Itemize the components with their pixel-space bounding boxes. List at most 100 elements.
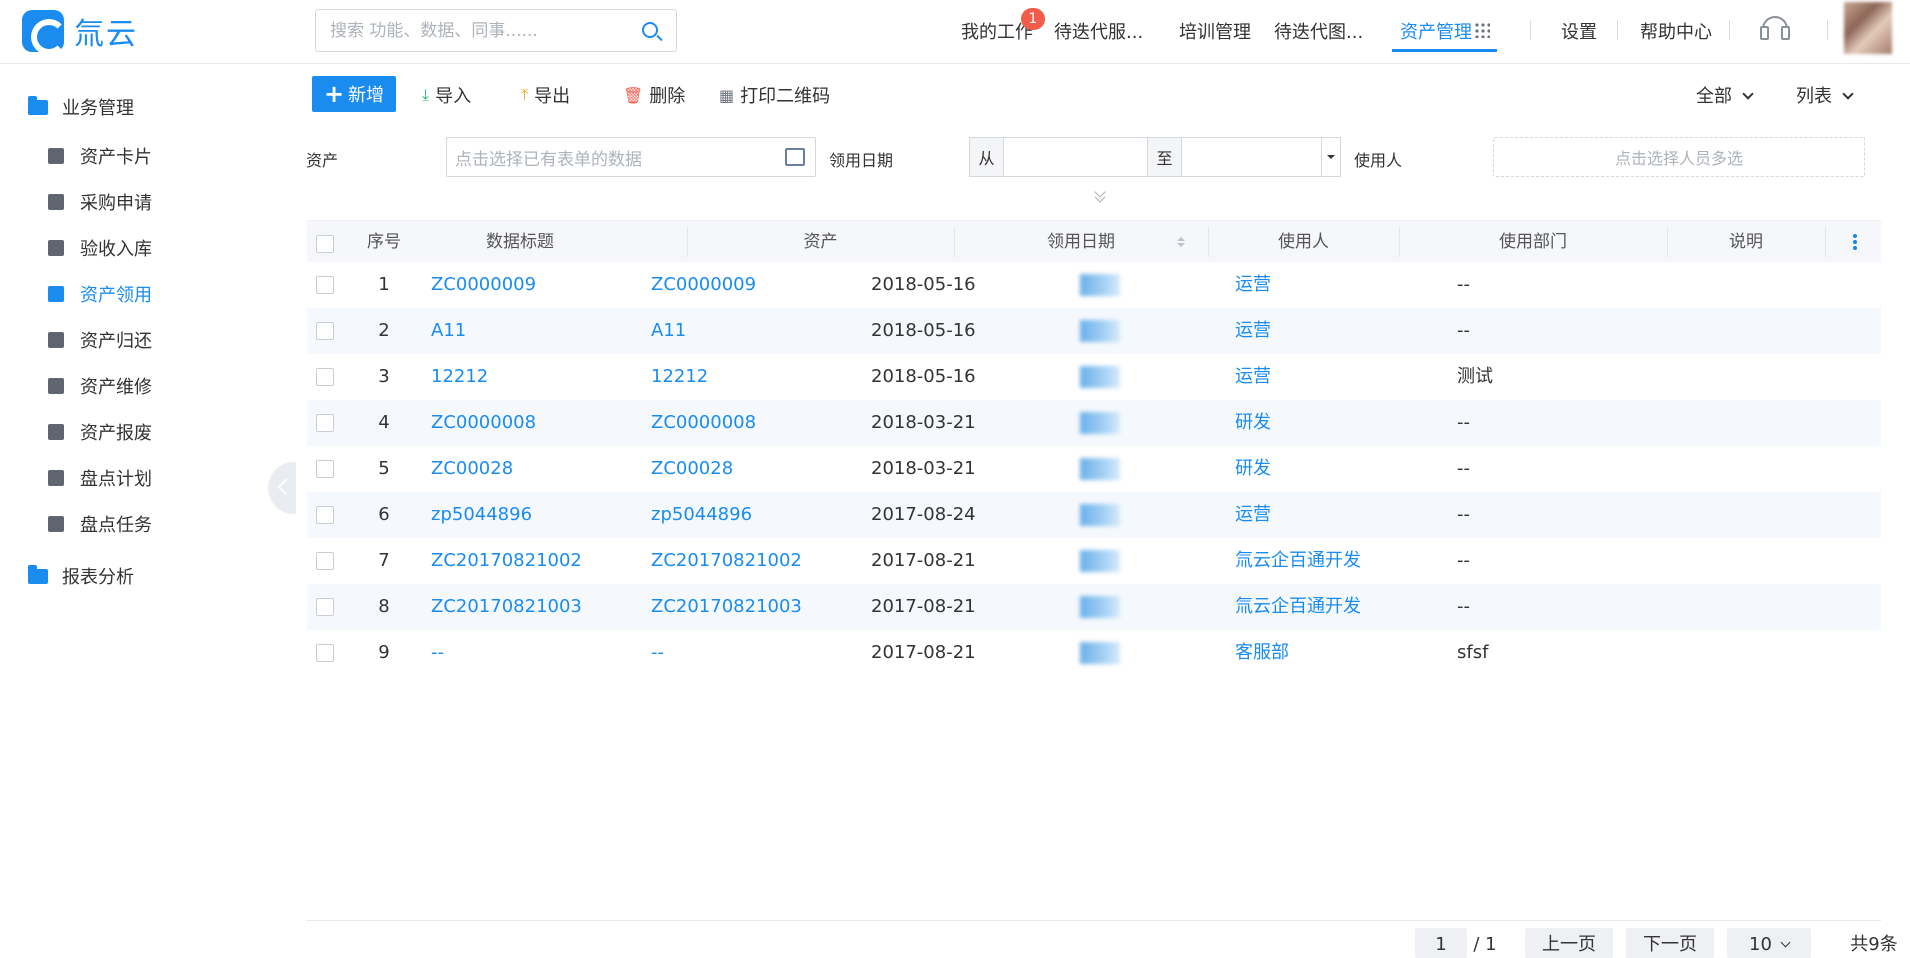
cell-asset-link[interactable]: ZC00028: [651, 446, 733, 492]
expand-filters-icon[interactable]: [1093, 190, 1107, 204]
sidebar-item-inventory-plan[interactable]: 盘点计划: [48, 465, 152, 491]
redacted-user[interactable]: [1080, 458, 1120, 480]
cell-title-link[interactable]: zp5044896: [431, 492, 532, 538]
sidebar-item-receiving[interactable]: 验收入库: [48, 235, 152, 261]
sidebar-item-asset-scrap[interactable]: 资产报废: [48, 419, 152, 445]
cell-asset-link[interactable]: ZC20170821003: [651, 584, 802, 630]
table-row[interactable]: 1 ZC0000009 ZC0000009 2018-05-16 运营 --: [307, 262, 1881, 308]
customer-service-icon[interactable]: [1760, 16, 1790, 42]
nav-training[interactable]: 培训管理: [1179, 18, 1251, 44]
cell-asset-link[interactable]: 12212: [651, 354, 708, 400]
cell-asset-link[interactable]: ZC0000008: [651, 400, 756, 446]
sidebar-item-purchase[interactable]: 采购申请: [48, 189, 152, 215]
search-icon[interactable]: [642, 22, 658, 38]
sidebar-item-asset-repair[interactable]: 资产维修: [48, 373, 152, 399]
cell-title-link[interactable]: ZC20170821002: [431, 538, 582, 584]
user-filter-picker[interactable]: 点击选择人员多选: [1493, 137, 1865, 177]
cell-title-link[interactable]: 12212: [431, 354, 488, 400]
row-checkbox[interactable]: [316, 552, 334, 570]
table-row[interactable]: 8 ZC20170821003 ZC20170821003 2017-08-21 氚云企…: [307, 584, 1881, 630]
row-checkbox[interactable]: [316, 322, 334, 340]
row-checkbox[interactable]: [316, 414, 334, 432]
app-logo[interactable]: 氚云: [22, 10, 138, 55]
cell-dept-link[interactable]: 运营: [1235, 262, 1271, 308]
column-settings-icon[interactable]: [1853, 233, 1857, 251]
redacted-user[interactable]: [1080, 504, 1120, 526]
row-checkbox[interactable]: [316, 506, 334, 524]
sidebar-group-reports[interactable]: 报表分析: [28, 563, 134, 589]
date-from-input[interactable]: [1004, 138, 1148, 176]
select-form-icon[interactable]: [785, 148, 805, 166]
redacted-user[interactable]: [1080, 550, 1120, 572]
redacted-user[interactable]: [1080, 274, 1120, 296]
redacted-user[interactable]: [1080, 642, 1120, 664]
view-mode-dropdown[interactable]: 列表: [1796, 82, 1854, 108]
col-header-date[interactable]: 领用日期: [954, 221, 1208, 263]
redacted-user[interactable]: [1080, 412, 1120, 434]
export-button[interactable]: ⤒ 导出: [521, 82, 570, 108]
nav-pending-chart[interactable]: 待迭代图...: [1274, 18, 1363, 44]
sidebar-item-asset-return[interactable]: 资产归还: [48, 327, 152, 353]
nav-settings[interactable]: 设置: [1561, 18, 1597, 44]
sidebar-item-inventory-task[interactable]: 盘点任务: [48, 511, 152, 537]
cell-asset-link[interactable]: ZC20170821002: [651, 538, 802, 584]
date-to-input[interactable]: [1182, 138, 1322, 176]
cell-title-link[interactable]: ZC00028: [431, 446, 513, 492]
cell-dept-link[interactable]: 研发: [1235, 446, 1271, 492]
cell-dept-link[interactable]: 运营: [1235, 492, 1271, 538]
cell-asset-link[interactable]: ZC0000009: [651, 262, 756, 308]
row-checkbox[interactable]: [316, 276, 334, 294]
table-row[interactable]: 2 A11 A11 2018-05-16 运营 --: [307, 308, 1881, 354]
cell-asset-link[interactable]: --: [651, 630, 664, 676]
redacted-user[interactable]: [1080, 596, 1120, 618]
cell-dept-link[interactable]: 运营: [1235, 308, 1271, 354]
filter-all-dropdown[interactable]: 全部: [1696, 82, 1754, 108]
nav-pending-service[interactable]: 待迭代服...: [1054, 18, 1143, 44]
sidebar-item-asset-requisition[interactable]: 资产领用: [48, 281, 152, 307]
page-number-input[interactable]: 1: [1415, 928, 1467, 958]
cell-dept-link[interactable]: 运营: [1235, 354, 1271, 400]
table-row[interactable]: 4 ZC0000008 ZC0000008 2018-03-21 研发 --: [307, 400, 1881, 446]
global-search[interactable]: [315, 9, 677, 52]
date-range-picker[interactable]: 从 至: [969, 137, 1341, 177]
asset-filter-input[interactable]: 点击选择已有表单的数据: [446, 137, 816, 177]
table-row[interactable]: 9 -- -- 2017-08-21 客服部 sfsf: [307, 630, 1881, 676]
cell-title-link[interactable]: ZC20170821003: [431, 584, 582, 630]
cell-dept-link[interactable]: 研发: [1235, 400, 1271, 446]
table-row[interactable]: 5 ZC00028 ZC00028 2018-03-21 研发 --: [307, 446, 1881, 492]
new-button[interactable]: + 新增: [312, 76, 396, 112]
row-checkbox[interactable]: [316, 460, 334, 478]
table-row[interactable]: 6 zp5044896 zp5044896 2017-08-24 运营 --: [307, 492, 1881, 538]
next-page-button[interactable]: 下一页: [1626, 928, 1714, 958]
caret-down-icon[interactable]: [1322, 138, 1340, 176]
table-row[interactable]: 7 ZC20170821002 ZC20170821002 2017-08-21 氚云企…: [307, 538, 1881, 584]
prev-page-button[interactable]: 上一页: [1525, 928, 1613, 958]
sidebar-group-business[interactable]: 业务管理: [28, 94, 134, 120]
cell-title-link[interactable]: --: [431, 630, 444, 676]
redacted-user[interactable]: [1080, 320, 1120, 342]
apps-grid-icon[interactable]: [1474, 22, 1490, 38]
print-qr-button[interactable]: ▦ 打印二维码: [719, 82, 830, 108]
select-all-checkbox[interactable]: [316, 235, 334, 253]
import-button[interactable]: ⤓ 导入: [422, 82, 471, 108]
user-avatar[interactable]: [1844, 2, 1892, 54]
table-row[interactable]: 3 12212 12212 2018-05-16 运营 测试: [307, 354, 1881, 400]
redacted-user[interactable]: [1080, 366, 1120, 388]
cell-title-link[interactable]: A11: [431, 308, 466, 354]
sidebar-item-asset-card[interactable]: 资产卡片: [48, 143, 152, 169]
cell-title-link[interactable]: ZC0000009: [431, 262, 536, 308]
cell-asset-link[interactable]: A11: [651, 308, 686, 354]
page-size-select[interactable]: 10: [1727, 928, 1811, 958]
cell-dept-link[interactable]: 氚云企百通开发: [1235, 538, 1361, 584]
cell-asset-link[interactable]: zp5044896: [651, 492, 752, 538]
sort-icon[interactable]: [1176, 233, 1186, 251]
nav-help-center[interactable]: 帮助中心: [1640, 18, 1712, 44]
cell-dept-link[interactable]: 客服部: [1235, 630, 1289, 676]
row-checkbox[interactable]: [316, 644, 334, 662]
row-checkbox[interactable]: [316, 368, 334, 386]
delete-button[interactable]: 🗑 删除: [623, 82, 685, 108]
search-input[interactable]: [316, 10, 616, 51]
nav-asset-management[interactable]: 资产管理: [1400, 18, 1472, 44]
row-checkbox[interactable]: [316, 598, 334, 616]
cell-dept-link[interactable]: 氚云企百通开发: [1235, 584, 1361, 630]
